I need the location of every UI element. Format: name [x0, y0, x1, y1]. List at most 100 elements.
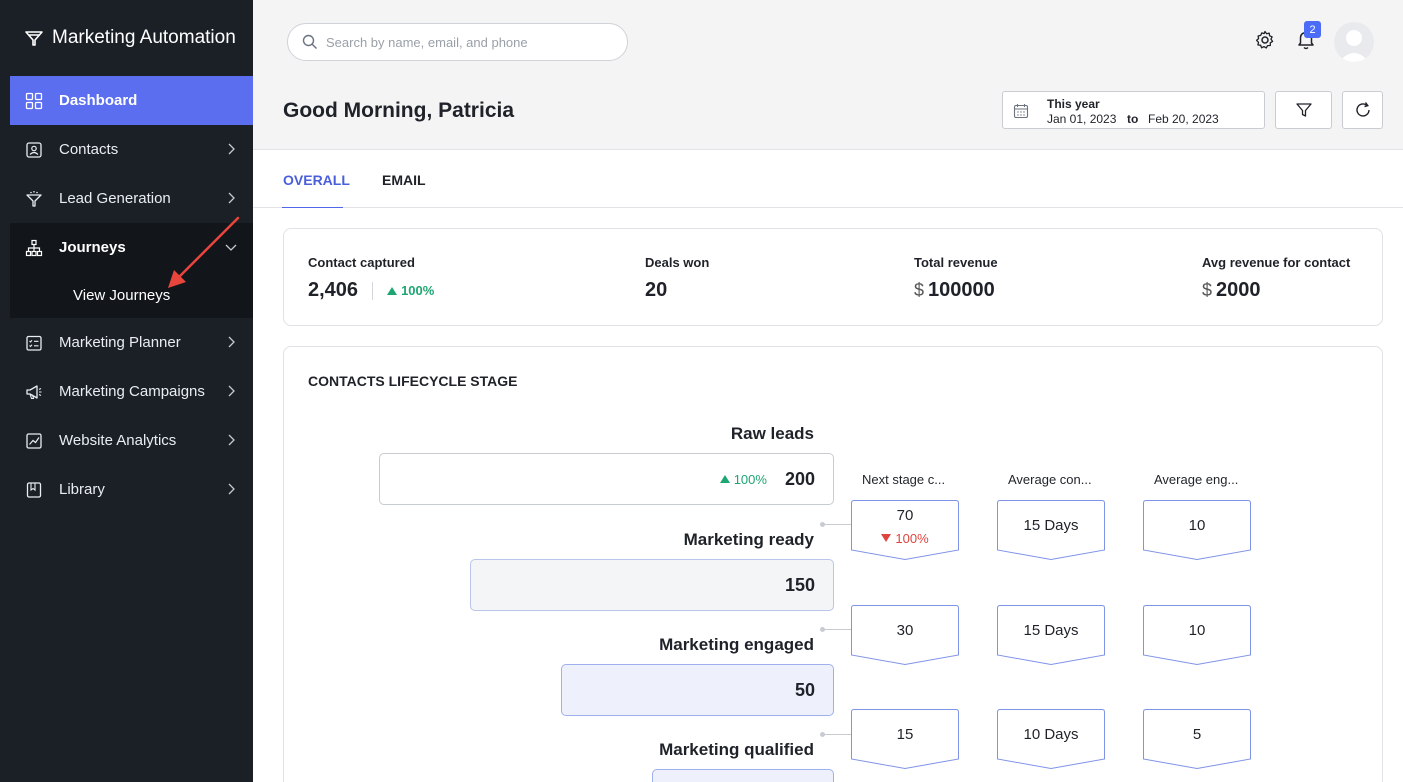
stat-value: 2000: [1216, 279, 1261, 301]
sidebar-item-website-analytics[interactable]: Website Analytics: [10, 416, 253, 465]
sidebar: Marketing Automation Dashboard Contacts …: [0, 0, 253, 782]
top-bar: 2: [253, 0, 1403, 70]
metric-average-conversion[interactable]: 15 Days: [997, 500, 1105, 560]
currency-symbol: $: [914, 280, 925, 300]
metric-next-stage[interactable]: 15: [851, 709, 959, 769]
user-icon: [1339, 30, 1369, 62]
filter-button[interactable]: [1275, 91, 1332, 129]
metric-average-conversion[interactable]: 10 Days: [997, 709, 1105, 769]
refresh-icon: [1355, 102, 1370, 117]
sidebar-item-label: Marketing Planner: [59, 334, 181, 351]
sidebar-item-label: Marketing Campaigns: [59, 383, 205, 400]
megaphone-icon: [24, 382, 44, 402]
stat-title: Avg revenue for contact: [1202, 255, 1351, 270]
page-header: Good Morning, Patricia This year Jan 01,…: [253, 70, 1403, 150]
metric-value: 30: [896, 622, 914, 639]
stage-bar-marketing-qualified[interactable]: [652, 769, 834, 782]
metric-value: 10: [1188, 517, 1206, 534]
hierarchy-icon: [24, 238, 44, 258]
search-icon: [302, 34, 317, 49]
sidebar-nav: Dashboard Contacts Lead Generation Journ…: [10, 76, 253, 514]
avatar[interactable]: [1334, 22, 1374, 62]
date-range-picker[interactable]: This year Jan 01, 2023 to Feb 20, 2023: [1002, 91, 1265, 129]
metric-average-engagement[interactable]: 10: [1143, 500, 1251, 560]
metric-average-engagement[interactable]: 5: [1143, 709, 1251, 769]
stat-title: Contact captured: [308, 255, 415, 270]
currency-symbol: $: [1202, 280, 1213, 300]
triangle-up-icon: [719, 475, 730, 483]
stage-bar-raw-leads[interactable]: 100% 200: [379, 453, 834, 505]
sidebar-item-marketing-campaigns[interactable]: Marketing Campaigns: [10, 367, 253, 416]
stat-value: 2,406: [308, 279, 359, 301]
calendar-icon: [1013, 104, 1029, 119]
metric-value: 10: [1188, 622, 1206, 639]
stat-title: Total revenue: [914, 255, 998, 270]
column-header-next-stage: Next stage c...: [862, 472, 946, 487]
annotation-arrow: [168, 216, 240, 288]
stat-deals-won: Deals won 20: [645, 255, 709, 302]
grid-icon: [24, 91, 44, 111]
sidebar-subitem-label: View Journeys: [73, 286, 171, 304]
search-input[interactable]: [326, 34, 616, 50]
change-up: 100%: [719, 471, 767, 487]
page-title: Good Morning, Patricia: [283, 99, 515, 122]
metric-next-stage[interactable]: 70 100%: [851, 500, 959, 560]
metric-next-stage[interactable]: 30: [851, 605, 959, 665]
tab-overall[interactable]: OVERALL: [283, 172, 350, 188]
sidebar-item-marketing-planner[interactable]: Marketing Planner: [10, 318, 253, 367]
triangle-down-icon: [881, 534, 892, 542]
stage-connector: [820, 522, 852, 527]
contacts-icon: [24, 140, 44, 160]
sidebar-item-label: Website Analytics: [59, 432, 177, 449]
search-box[interactable]: [287, 23, 628, 61]
change-value: 100%: [401, 283, 435, 298]
metric-value: 10 Days: [1023, 726, 1079, 743]
change-up: 100%: [387, 283, 434, 298]
stage-value: 200: [784, 468, 815, 489]
tab-email[interactable]: EMAIL: [382, 172, 426, 188]
stat-total-revenue: Total revenue $100000: [914, 255, 998, 302]
stage-label-marketing-ready: Marketing ready: [683, 530, 814, 549]
chevron-right-icon: [228, 434, 235, 446]
metric-value: 70: [896, 507, 914, 524]
stat-title: Deals won: [645, 255, 710, 270]
sidebar-item-contacts[interactable]: Contacts: [10, 125, 253, 174]
chart-icon: [24, 431, 44, 451]
sidebar-item-library[interactable]: Library: [10, 465, 253, 514]
refresh-button[interactable]: [1342, 91, 1383, 129]
brand[interactable]: Marketing Automation: [10, 0, 253, 76]
stage-bar-marketing-ready[interactable]: 150: [470, 559, 834, 611]
metric-average-engagement[interactable]: 10: [1143, 605, 1251, 665]
sidebar-item-dashboard[interactable]: Dashboard: [10, 76, 253, 125]
change-value: 100%: [733, 471, 767, 487]
stage-label-marketing-engaged: Marketing engaged: [659, 635, 814, 654]
date-range-label: This year: [1047, 97, 1100, 111]
metric-average-conversion[interactable]: 15 Days: [997, 605, 1105, 665]
stage-bar-marketing-engaged[interactable]: 50: [561, 664, 834, 716]
section-title: CONTACTS LIFECYCLE STAGE: [308, 373, 518, 389]
stage-value: 150: [784, 574, 815, 595]
stats-card: Contact captured 2,406 100% Deals won 20…: [283, 228, 1383, 326]
tab-bar: OVERALL EMAIL: [253, 150, 1403, 215]
stat-value: 20: [645, 279, 668, 301]
metric-value: 15: [896, 726, 914, 743]
chevron-right-icon: [228, 385, 235, 397]
sidebar-item-label: Dashboard: [59, 92, 138, 109]
stage-value: 50: [794, 679, 815, 700]
date-to: Feb 20, 2023: [1148, 112, 1219, 126]
chevron-right-icon: [228, 192, 235, 204]
sidebar-item-label: Contacts: [59, 141, 119, 158]
sidebar-item-label: Library: [59, 481, 105, 498]
chevron-right-icon: [228, 483, 235, 495]
date-from: Jan 01, 2023: [1047, 112, 1117, 126]
triangle-up-icon: [387, 286, 398, 295]
stat-contact-captured: Contact captured 2,406 100%: [308, 255, 434, 302]
stage-label-marketing-qualified: Marketing qualified: [659, 740, 814, 759]
gear-icon[interactable]: [1255, 30, 1275, 50]
funnel-logo-icon: [25, 31, 43, 46]
notification-badge: 2: [1304, 21, 1321, 38]
change-down: 100%: [881, 531, 929, 546]
funnel-icon: [24, 189, 44, 209]
stage-connector: [820, 732, 852, 737]
stage-connector: [820, 627, 852, 632]
